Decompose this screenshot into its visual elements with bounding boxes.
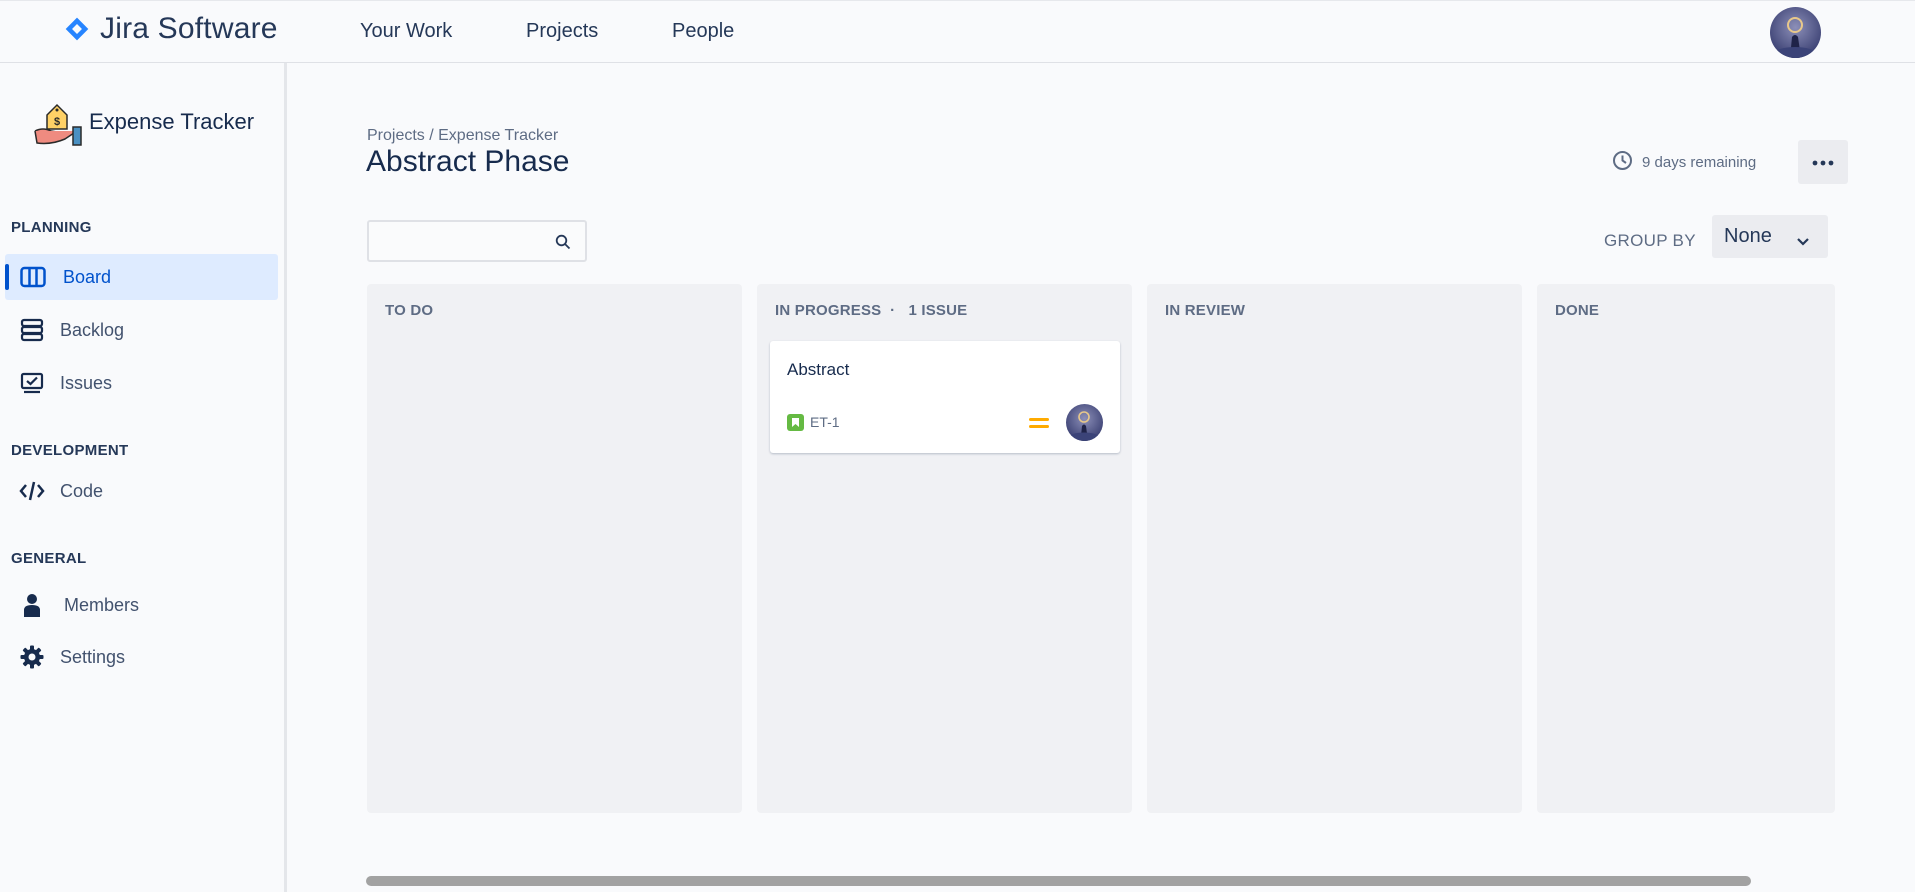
app-name: Jira Software: [100, 12, 278, 45]
board-icon: [19, 263, 47, 291]
jira-diamond-icon: [62, 14, 92, 44]
svg-text:$: $: [54, 116, 60, 128]
top-navigation: Jira Software Your Work Projects People: [0, 0, 1915, 63]
board-column-in-progress: IN PROGRESS · 1 ISSUE Abstract ET-1: [757, 284, 1132, 813]
column-title: DONE: [1555, 302, 1600, 319]
breadcrumb[interactable]: Projects / Expense Tracker: [367, 127, 558, 145]
project-money-icon: $: [33, 97, 83, 147]
nav-projects[interactable]: Projects: [526, 20, 598, 43]
sidebar-item-label: Issues: [60, 372, 113, 393]
search-box: [367, 220, 587, 262]
issues-icon: [18, 369, 46, 397]
gear-icon: [18, 643, 46, 671]
story-icon: [787, 414, 804, 431]
remaining-text: 9 days remaining: [1642, 154, 1757, 171]
board-column-in-review: IN REVIEW: [1147, 284, 1522, 813]
chevron-down-icon: [1796, 230, 1810, 253]
clock-icon: [1612, 150, 1633, 175]
sidebar-item-label: Settings: [60, 646, 126, 667]
board-column-todo: TO DO: [367, 284, 742, 813]
app-logo[interactable]: Jira Software: [62, 12, 278, 46]
sidebar-item-label: Backlog: [60, 319, 125, 340]
issue-key[interactable]: ET-1: [810, 414, 840, 430]
more-options-button[interactable]: [1798, 140, 1848, 184]
group-by-select[interactable]: None: [1712, 215, 1828, 258]
sidebar-item-settings[interactable]: Settings: [5, 634, 278, 680]
sidebar-item-label: Members: [64, 594, 140, 615]
sidebar: $ Expense Tracker PLANNING Board Backlog…: [0, 63, 287, 892]
project-name: Expense Tracker: [89, 109, 255, 134]
assignee-avatar[interactable]: [1066, 404, 1103, 441]
priority-medium-icon: [1029, 415, 1049, 436]
page-title: Abstract Phase: [366, 145, 570, 178]
nav-people[interactable]: People: [672, 20, 734, 43]
search-icon[interactable]: [555, 234, 571, 255]
column-issue-count: 1 ISSUE: [908, 302, 968, 319]
project-header[interactable]: $ Expense Tracker: [33, 97, 254, 147]
user-avatar[interactable]: [1770, 7, 1821, 58]
column-header: IN PROGRESS · 1 ISSUE: [775, 302, 967, 319]
ellipsis-icon: [1812, 153, 1834, 171]
group-by-label: GROUP BY: [1604, 231, 1696, 250]
member-icon: [18, 591, 46, 619]
group-by-value: None: [1724, 225, 1772, 247]
sidebar-item-board[interactable]: Board: [5, 254, 278, 300]
section-general: GENERAL: [11, 550, 87, 567]
backlog-icon: [18, 316, 46, 344]
column-title: IN PROGRESS: [775, 302, 882, 319]
sprint-remaining: 9 days remaining: [1612, 150, 1756, 175]
issue-card[interactable]: Abstract ET-1: [770, 341, 1120, 453]
board-column-done: DONE: [1537, 284, 1835, 813]
nav-your-work[interactable]: Your Work: [360, 20, 452, 43]
sidebar-item-members[interactable]: Members: [5, 582, 278, 628]
column-title: TO DO: [385, 302, 434, 319]
code-icon: [18, 477, 46, 505]
sidebar-item-label: Code: [60, 480, 104, 501]
column-title: IN REVIEW: [1165, 302, 1246, 319]
sidebar-item-code[interactable]: Code: [5, 468, 278, 514]
issue-title: Abstract: [787, 360, 850, 379]
section-development: DEVELOPMENT: [11, 442, 129, 459]
search-input[interactable]: [369, 222, 549, 260]
sidebar-item-issues[interactable]: Issues: [5, 360, 278, 406]
sidebar-item-backlog[interactable]: Backlog: [5, 307, 278, 353]
horizontal-scrollbar[interactable]: [366, 876, 1751, 886]
column-separator: ·: [890, 302, 896, 319]
sidebar-item-label: Board: [63, 266, 112, 287]
section-planning: PLANNING: [11, 219, 92, 236]
